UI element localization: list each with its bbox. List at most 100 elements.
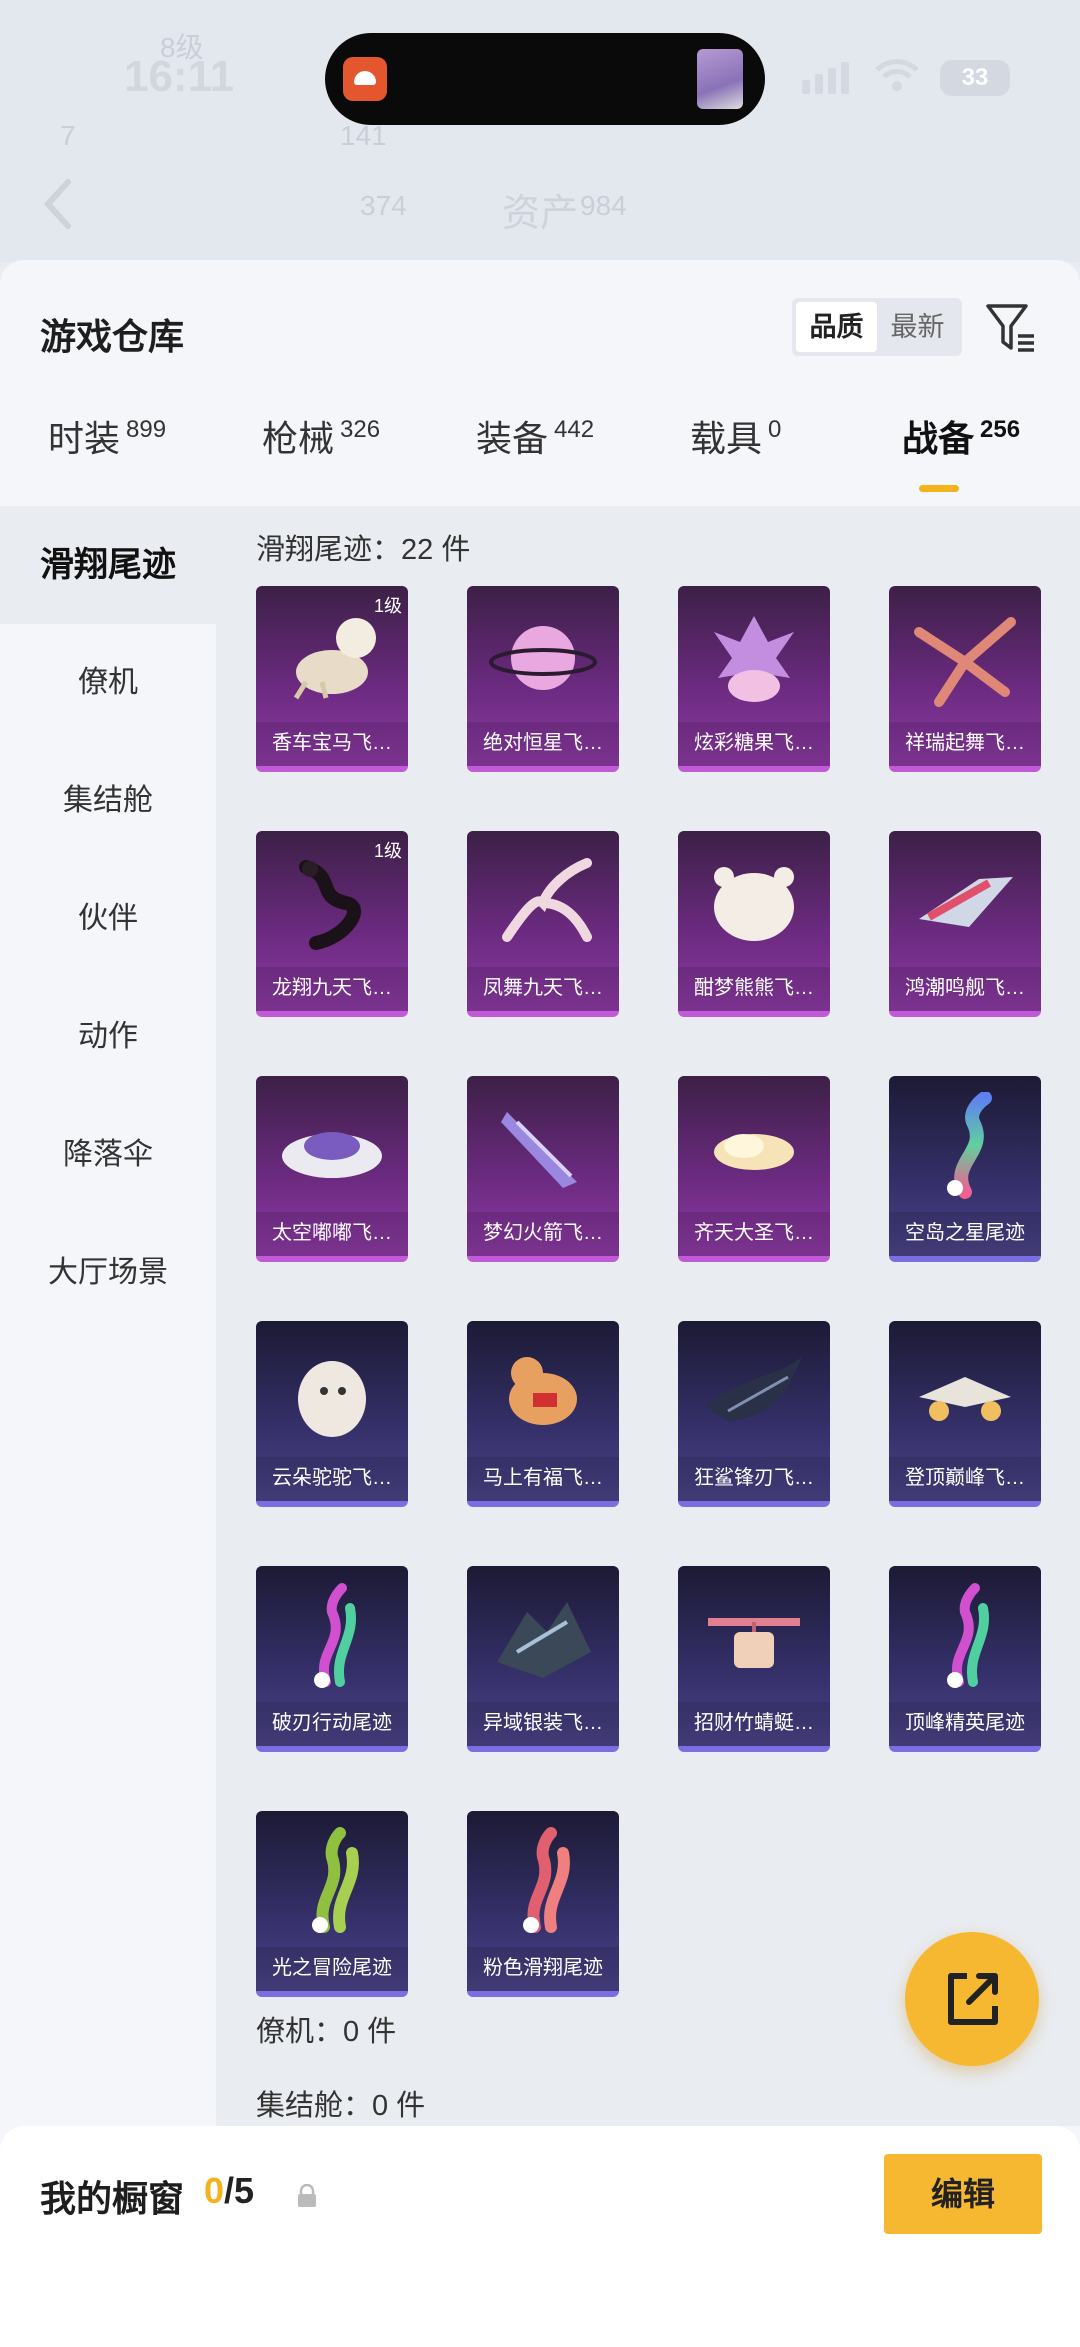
cloud-icon: [714, 1134, 794, 1170]
share-icon: [948, 1973, 998, 2025]
item-card[interactable]: 1级龙翔九天飞…: [256, 831, 408, 1017]
section-title-wingman: 僚机：0 件: [256, 2016, 397, 2048]
filter-icon[interactable]: [984, 300, 1038, 356]
item-level-badge: 1级: [373, 596, 402, 616]
item-card[interactable]: 齐天大圣飞…: [678, 1076, 830, 1262]
item-card[interactable]: 祥瑞起舞飞…: [889, 586, 1041, 772]
phoenix-icon: [914, 617, 1016, 707]
signal-icon: [802, 62, 849, 94]
item-card[interactable]: 异域银装飞…: [467, 1566, 619, 1752]
alpaca-icon: [298, 1361, 366, 1437]
shark-icon: [706, 1357, 802, 1421]
smoke-trail-icon: [314, 1583, 357, 1688]
item-name: 狂鲨锋刃飞…: [678, 1457, 830, 1501]
planet-icon: [489, 626, 597, 690]
item-name: 登顶巅峰飞…: [889, 1457, 1041, 1501]
section-title-assembly: 集结舱：0 件: [256, 2090, 426, 2122]
item-card[interactable]: 登顶巅峰飞…: [889, 1321, 1041, 1507]
item-card[interactable]: 梦幻火箭飞…: [467, 1076, 619, 1262]
item-card[interactable]: 1级香车宝马飞…: [256, 586, 408, 772]
item-level-badge: 1级: [373, 841, 402, 861]
item-grid-area: 滑翔尾迹：22 件 1级 香车宝马飞… 绝对恒星飞… 炫彩糖果飞… 祥瑞起舞飞… 1级 龙翔…: [216, 506, 1080, 2126]
item-name: 破刃行动尾迹: [256, 1702, 408, 1746]
rocket-icon: [501, 1112, 577, 1188]
item-card[interactable]: 绝对恒星飞…: [467, 586, 619, 772]
item-name: 炫彩糖果飞…: [678, 722, 830, 766]
item-card[interactable]: 马上有福飞…: [467, 1321, 619, 1507]
sidebar-item-partner[interactable]: 伙伴: [0, 860, 216, 978]
top-header: 8级 7 141 374 984 16:11 33 资产: [0, 0, 1080, 262]
item-name: 光之冒险尾迹: [256, 1947, 408, 1991]
edit-button[interactable]: 编辑: [884, 2154, 1042, 2234]
status-time: 16:11: [124, 52, 235, 101]
page-title: 资产: [501, 193, 578, 235]
item-name: 招财竹蜻蜓…: [678, 1702, 830, 1746]
share-button[interactable]: [905, 1932, 1039, 2066]
tab-guns[interactable]: 枪械 326: [262, 410, 380, 506]
ghost-text: 7: [60, 120, 76, 151]
sidebar-item-wingman[interactable]: 僚机: [0, 624, 216, 742]
item-name: 鸿潮鸣舰飞…: [889, 967, 1041, 1011]
media-thumbnail: [697, 49, 743, 109]
pink-smoke-icon: [523, 1827, 570, 1933]
item-name: 梦幻火箭飞…: [467, 1212, 619, 1256]
item-name: 绝对恒星飞…: [467, 722, 619, 766]
item-card[interactable]: 空岛之星尾迹: [889, 1076, 1041, 1262]
showcase-label: 我的橱窗: [40, 2178, 185, 2219]
category-tabs: 时装 899 枪械 326 装备 442 载具 0 战备 256: [0, 410, 1080, 506]
bear-icon: [714, 867, 794, 941]
warehouse-panel: 游戏仓库 品质 最新 时装 899 枪械 326 装备 442 载具 0 战备 256 滑…: [0, 260, 1080, 2347]
horse-carriage-icon: [293, 618, 376, 700]
item-card[interactable]: 炫彩糖果飞…: [678, 586, 830, 772]
item-name: 顶峰精英尾迹: [889, 1702, 1041, 1746]
wifi-icon: [875, 59, 919, 91]
sidebar-item-lobby-scene[interactable]: 大厅场景: [0, 1214, 216, 1332]
item-name: 齐天大圣飞…: [678, 1212, 830, 1256]
item-card[interactable]: 光之冒险尾迹: [256, 1811, 408, 1997]
item-card[interactable]: 破刃行动尾迹: [256, 1566, 408, 1752]
tab-vehicles[interactable]: 载具 0: [690, 410, 781, 506]
tab-battle-gear[interactable]: 战备 256: [902, 410, 1020, 506]
item-card[interactable]: 狂鲨锋刃飞…: [678, 1321, 830, 1507]
sidebar-item-parachute[interactable]: 降落伞: [0, 1096, 216, 1214]
item-name: 粉色滑翔尾迹: [467, 1947, 619, 1991]
item-name: 香车宝马飞…: [256, 722, 408, 766]
sort-toggle: 品质 最新: [792, 298, 962, 356]
item-card[interactable]: 顶峰精英尾迹: [889, 1566, 1041, 1752]
rainbow-smoke-icon: [947, 1092, 992, 1199]
battery-indicator: 33: [940, 60, 1010, 96]
app-icon: [343, 57, 387, 101]
item-name: 马上有福飞…: [467, 1457, 619, 1501]
copter-icon: [708, 1618, 800, 1668]
item-name: 太空嘟嘟飞…: [256, 1212, 408, 1256]
sidebar-item-action[interactable]: 动作: [0, 978, 216, 1096]
item-card[interactable]: 太空嘟嘟飞…: [256, 1076, 408, 1262]
item-card[interactable]: 酣梦熊熊飞…: [678, 831, 830, 1017]
tab-equipment[interactable]: 装备 442: [476, 410, 594, 506]
item-card[interactable]: 凤舞九天飞…: [467, 831, 619, 1017]
tab-fashion[interactable]: 时装 899: [48, 410, 166, 506]
item-name: 龙翔九天飞…: [256, 967, 408, 1011]
sort-newest-button[interactable]: 最新: [877, 302, 958, 352]
dragon-icon: [299, 860, 361, 950]
sidebar-item-assembly-pod[interactable]: 集结舱: [0, 742, 216, 860]
active-tab-indicator: [919, 485, 959, 492]
candy-icon: [714, 616, 794, 702]
item-name: 空岛之星尾迹: [889, 1212, 1041, 1256]
item-name: 异域银装飞…: [467, 1702, 619, 1746]
item-card[interactable]: 云朵驼驼飞…: [256, 1321, 408, 1507]
item-card[interactable]: 鸿潮鸣舰飞…: [889, 831, 1041, 1017]
mecha-wing-icon: [497, 1602, 591, 1678]
item-card[interactable]: 粉色滑翔尾迹: [467, 1811, 619, 1997]
sidebar-item-glide-trail[interactable]: 滑翔尾迹: [0, 506, 216, 624]
item-name: 酣梦熊熊飞…: [678, 967, 830, 1011]
sort-quality-button[interactable]: 品质: [796, 302, 877, 352]
section-title-glide: 滑翔尾迹：22 件: [256, 534, 471, 566]
item-name: 凤舞九天飞…: [467, 967, 619, 1011]
item-name: 云朵驼驼飞…: [256, 1457, 408, 1501]
jet-icon: [919, 1377, 1011, 1421]
lock-icon: [298, 2184, 316, 2207]
item-name: 祥瑞起舞飞…: [889, 722, 1041, 766]
item-card[interactable]: 招财竹蜻蜓…: [678, 1566, 830, 1752]
showcase-bar: 我的橱窗 0/5 编辑: [0, 2126, 1080, 2347]
